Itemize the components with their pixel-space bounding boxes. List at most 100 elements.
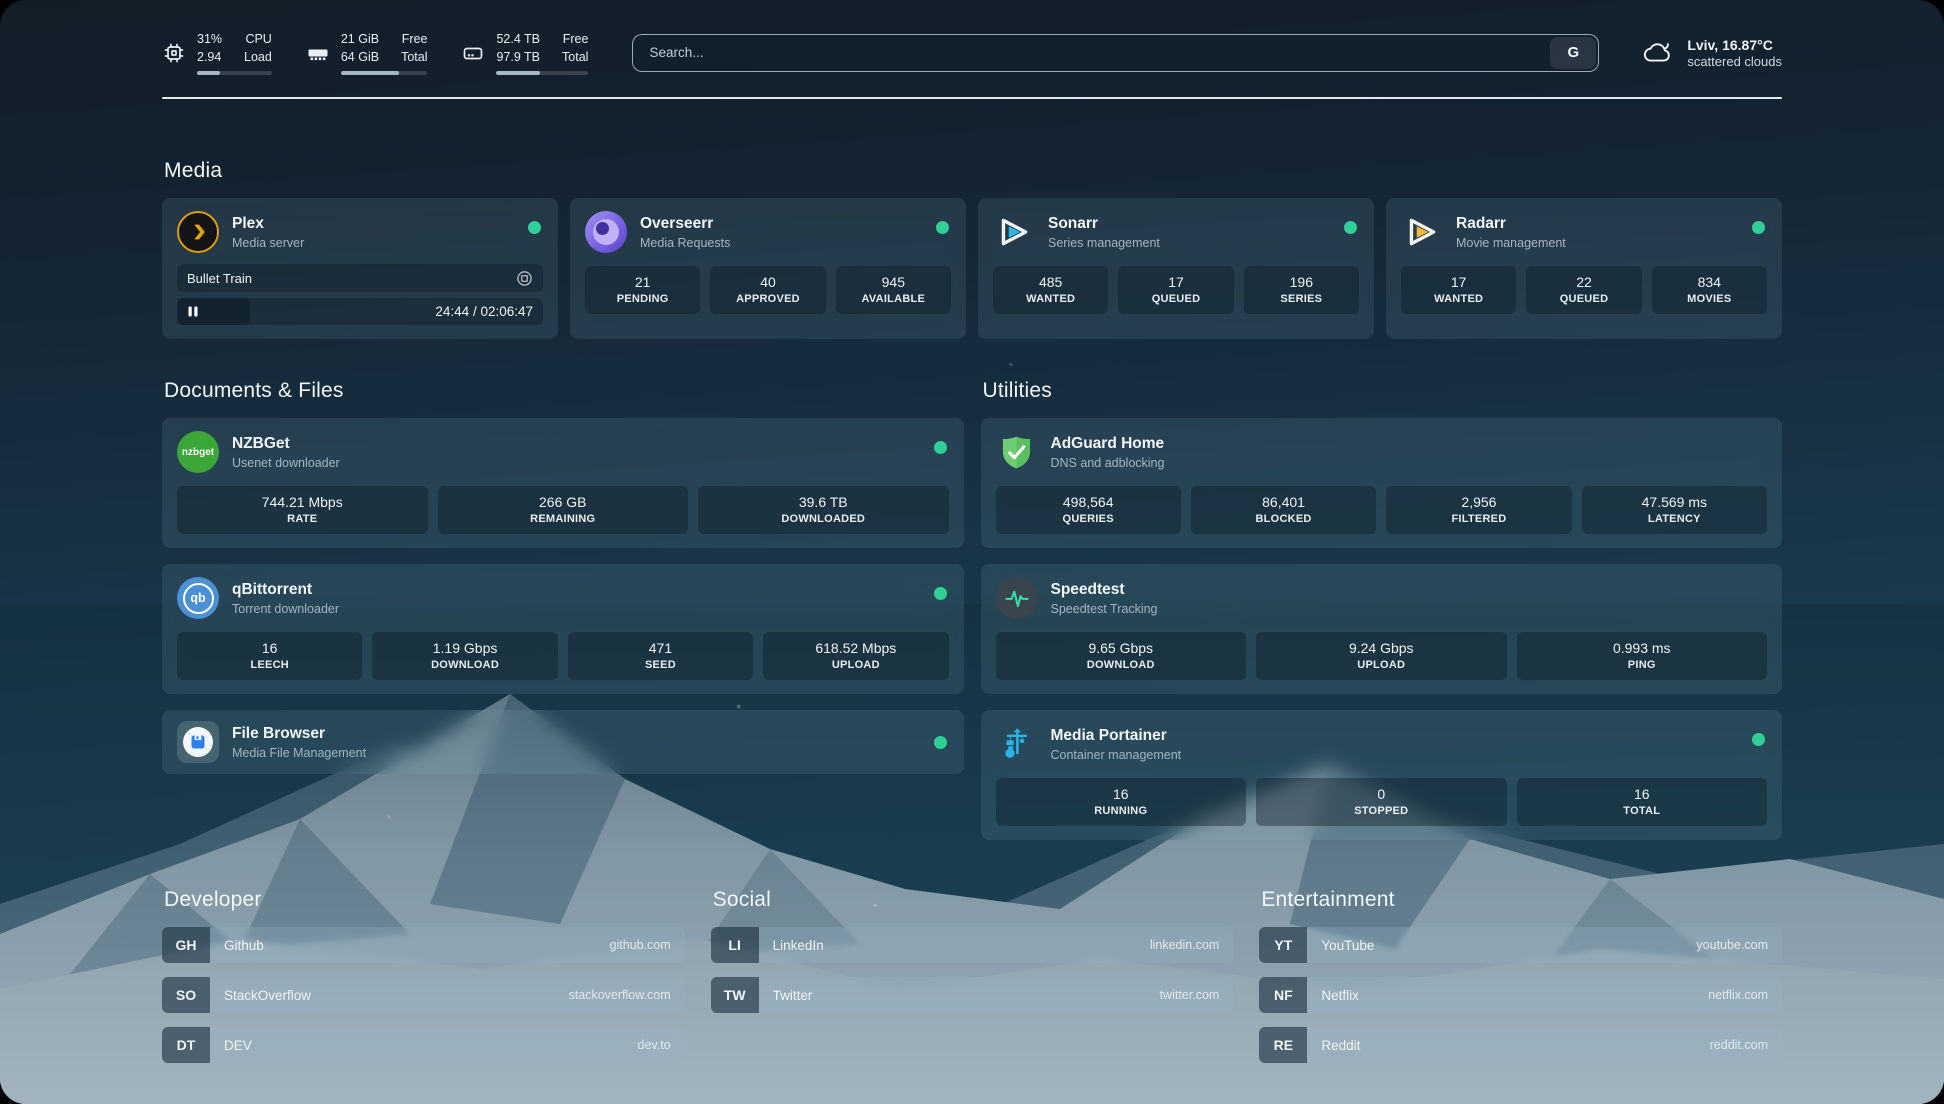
bookmark-domain: youtube.com bbox=[1696, 938, 1782, 952]
header-divider bbox=[162, 97, 1782, 99]
service-card-speedtest[interactable]: Speedtest Speedtest Tracking 9.65 Gbps D… bbox=[981, 564, 1783, 694]
bookmark-dev[interactable]: DT DEV dev.to bbox=[162, 1027, 685, 1063]
service-name: Overseerr bbox=[640, 215, 730, 233]
service-card-portainer[interactable]: Media Portainer Container management 16 … bbox=[981, 710, 1783, 840]
bookmark-linkedin[interactable]: LI LinkedIn linkedin.com bbox=[711, 927, 1234, 963]
bookmark-domain: linkedin.com bbox=[1150, 938, 1233, 952]
bookmark-reddit[interactable]: RE Reddit reddit.com bbox=[1259, 1027, 1782, 1063]
service-subtitle: DNS and adblocking bbox=[1051, 456, 1165, 470]
service-card-nzbget[interactable]: nzbget NZBGet Usenet downloader 744.21 M… bbox=[162, 418, 964, 548]
service-card-plex[interactable]: Plex Media server Bullet Train bbox=[162, 198, 558, 339]
bookmark-abbr: LI bbox=[711, 927, 759, 963]
status-dot bbox=[934, 736, 947, 749]
service-subtitle: Usenet downloader bbox=[232, 456, 340, 470]
stat-value: 16 bbox=[1002, 786, 1241, 802]
search-provider-button[interactable]: G bbox=[1550, 37, 1596, 69]
bookmark-abbr: TW bbox=[711, 977, 759, 1013]
bookmark-stackoverflow[interactable]: SO StackOverflow stackoverflow.com bbox=[162, 977, 685, 1013]
stat-value: 266 GB bbox=[444, 494, 683, 510]
stop-icon[interactable] bbox=[516, 270, 533, 287]
cpu-values: 31% 2.94 bbox=[197, 30, 222, 66]
service-name: AdGuard Home bbox=[1051, 435, 1165, 453]
bookmark-netflix[interactable]: NF Netflix netflix.com bbox=[1259, 977, 1782, 1013]
service-name: Media Portainer bbox=[1051, 727, 1182, 745]
overseerr-logo-icon bbox=[585, 211, 627, 253]
status-dot bbox=[934, 587, 947, 600]
section-title-entertainment: Entertainment bbox=[1261, 888, 1782, 912]
portainer-logo-icon bbox=[996, 723, 1038, 765]
bookmark-youtube[interactable]: YT YouTube youtube.com bbox=[1259, 927, 1782, 963]
stat-label: SERIES bbox=[1250, 293, 1353, 305]
stat-label: TOTAL bbox=[1523, 805, 1762, 817]
qbittorrent-logo-text: qb bbox=[190, 591, 205, 605]
bookmark-abbr: DT bbox=[162, 1027, 210, 1063]
stat-label: WANTED bbox=[1407, 293, 1510, 305]
service-name: File Browser bbox=[232, 725, 366, 743]
section-title-developer: Developer bbox=[164, 888, 685, 912]
bookmark-abbr: RE bbox=[1259, 1027, 1307, 1063]
stat-value: 47.569 ms bbox=[1588, 494, 1761, 510]
stat-value: 744.21 Mbps bbox=[183, 494, 422, 510]
stat-value: 22 bbox=[1532, 274, 1635, 290]
stat-queries: 498,564 QUERIES bbox=[996, 486, 1181, 534]
bookmark-abbr: SO bbox=[162, 977, 210, 1013]
section-title-documents: Documents & Files bbox=[164, 379, 964, 403]
stat-value: 16 bbox=[183, 640, 356, 656]
service-name: NZBGet bbox=[232, 435, 340, 453]
stat-latency: 47.569 ms LATENCY bbox=[1582, 486, 1767, 534]
stat-wanted: 17 WANTED bbox=[1401, 266, 1516, 314]
service-card-qbittorrent[interactable]: qb qBittorrent Torrent downloader 16 bbox=[162, 564, 964, 694]
service-card-radarr[interactable]: Radarr Movie management 17 WANTED 22 QUE… bbox=[1386, 198, 1782, 339]
stat-label: UPLOAD bbox=[769, 659, 942, 671]
weather-condition: scattered clouds bbox=[1687, 54, 1782, 69]
radarr-logo-icon bbox=[1401, 211, 1443, 253]
disk-labels: Free Total bbox=[562, 30, 588, 66]
stat-download: 1.19 Gbps DOWNLOAD bbox=[372, 632, 557, 680]
service-card-adguard[interactable]: AdGuard Home DNS and adblocking 498,564 … bbox=[981, 418, 1783, 548]
bookmark-domain: stackoverflow.com bbox=[569, 988, 685, 1002]
stat-label: DOWNLOAD bbox=[1002, 659, 1241, 671]
bookmark-github[interactable]: GH Github github.com bbox=[162, 927, 685, 963]
service-card-sonarr[interactable]: Sonarr Series management 485 WANTED 17 Q… bbox=[978, 198, 1374, 339]
service-card-filebrowser[interactable]: File Browser Media File Management bbox=[162, 710, 964, 774]
nzbget-logo-text: nzbget bbox=[182, 447, 214, 458]
stat-label: QUEUED bbox=[1124, 293, 1227, 305]
search-bar[interactable]: G bbox=[632, 34, 1599, 72]
weather-location-temp: Lviv, 16.87°C bbox=[1687, 37, 1782, 53]
search-input[interactable] bbox=[633, 35, 1550, 71]
bookmark-abbr: YT bbox=[1259, 927, 1307, 963]
bookmark-name: Netflix bbox=[1307, 988, 1359, 1003]
stat-label: PING bbox=[1523, 659, 1762, 671]
cloud-icon bbox=[1641, 36, 1675, 70]
bookmark-abbr: GH bbox=[162, 927, 210, 963]
section-title-social: Social bbox=[713, 888, 1234, 912]
stat-label: STOPPED bbox=[1262, 805, 1501, 817]
pause-icon bbox=[188, 306, 198, 317]
memory-icon bbox=[306, 41, 330, 65]
service-subtitle: Media Requests bbox=[640, 236, 730, 250]
disk-values: 52.4 TB 97.9 TB bbox=[496, 30, 540, 66]
bookmark-twitter[interactable]: TW Twitter twitter.com bbox=[711, 977, 1234, 1013]
memory-widget: 21 GiB 64 GiB Free Total bbox=[306, 30, 428, 75]
cpu-labels: CPU Load bbox=[244, 30, 272, 66]
now-playing-title: Bullet Train bbox=[187, 271, 252, 286]
service-name: Speedtest bbox=[1051, 581, 1158, 599]
stat-label: AVAILABLE bbox=[842, 293, 945, 305]
service-name: Sonarr bbox=[1048, 215, 1160, 233]
stat-available: 945 AVAILABLE bbox=[836, 266, 951, 314]
stat-value: 16 bbox=[1523, 786, 1762, 802]
top-bar: 31% 2.94 CPU Load bbox=[162, 30, 1782, 75]
stat-upload: 618.52 Mbps UPLOAD bbox=[763, 632, 948, 680]
stat-value: 17 bbox=[1407, 274, 1510, 290]
service-subtitle: Container management bbox=[1051, 748, 1182, 762]
stat-label: RATE bbox=[183, 513, 422, 525]
service-card-overseerr[interactable]: Overseerr Media Requests 21 PENDING 40 A… bbox=[570, 198, 966, 339]
stat-movies: 834 MOVIES bbox=[1652, 266, 1767, 314]
bookmark-name: Reddit bbox=[1307, 1038, 1360, 1053]
section-title-media: Media bbox=[164, 159, 1782, 183]
bookmark-name: Github bbox=[210, 938, 264, 953]
stat-ping: 0.993 ms PING bbox=[1517, 632, 1768, 680]
stat-label: LATENCY bbox=[1588, 513, 1761, 525]
section-title-utilities: Utilities bbox=[983, 379, 1783, 403]
stat-label: RUNNING bbox=[1002, 805, 1241, 817]
